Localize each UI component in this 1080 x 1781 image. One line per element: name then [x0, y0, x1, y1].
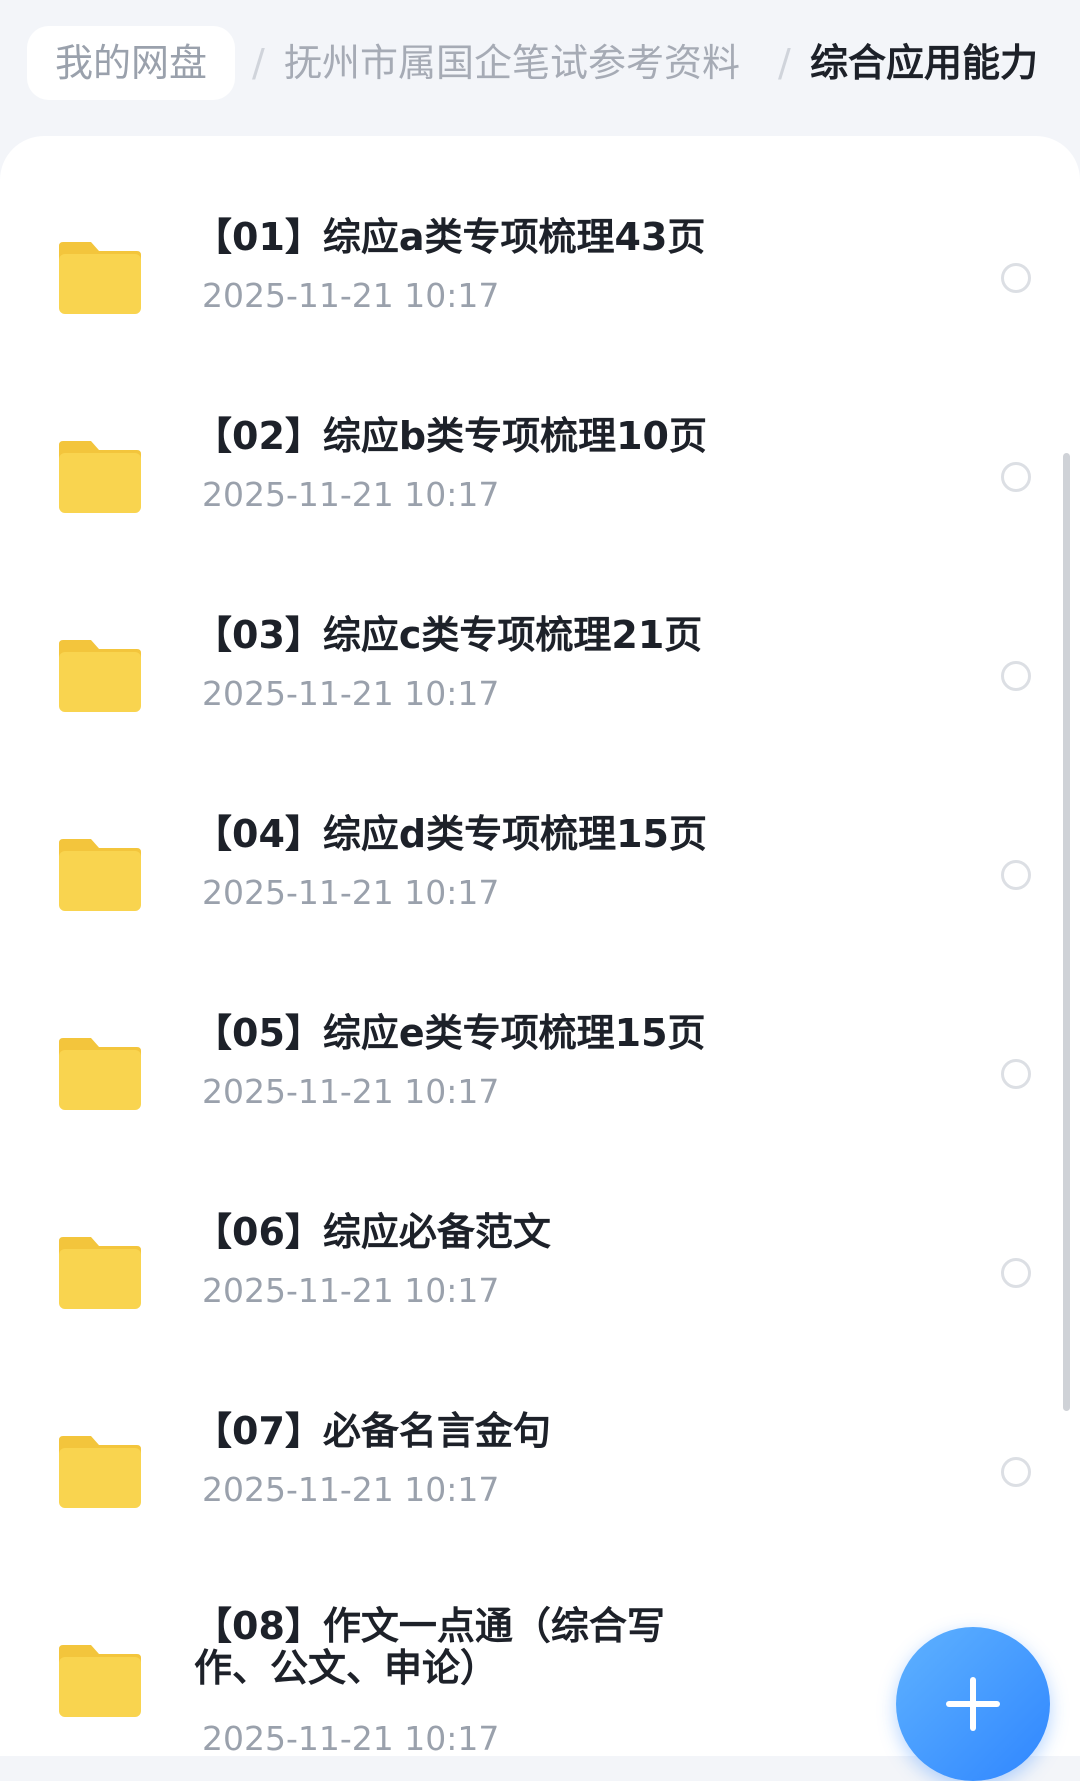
breadcrumb-root-link[interactable]: 我的网盘: [27, 26, 236, 100]
file-date: 2025-11-21 10:17: [202, 674, 500, 713]
select-radio[interactable]: [1001, 1059, 1031, 1089]
file-date: 2025-11-21 10:17: [202, 276, 500, 315]
folder-icon: [57, 638, 143, 714]
file-name: 【01】综应a类专项梳理43页: [194, 215, 706, 259]
folder-icon: [57, 1434, 143, 1510]
file-row[interactable]: 【02】综应b类专项梳理10页 2025-11-21 10:17: [0, 399, 1080, 598]
select-radio[interactable]: [1001, 462, 1031, 492]
breadcrumb: 我的网盘 / 抚州市属国企笔试参考资料 / 综合应用能力: [0, 0, 1080, 136]
file-date: 2025-11-21 10:17: [202, 1719, 500, 1756]
file-row[interactable]: 【05】综应e类专项梳理15页 2025-11-21 10:17: [0, 996, 1080, 1195]
file-row[interactable]: 【03】综应c类专项梳理21页 2025-11-21 10:17: [0, 598, 1080, 797]
file-name: 【06】综应必备范文: [194, 1210, 551, 1254]
file-list: 【01】综应a类专项梳理43页 2025-11-21 10:17 【02】综应b…: [0, 136, 1080, 1756]
file-name: 【04】综应d类专项梳理15页: [194, 812, 707, 856]
folder-icon: [57, 1036, 143, 1112]
file-name: 【02】综应b类专项梳理10页: [194, 414, 707, 458]
select-radio[interactable]: [1001, 661, 1031, 691]
file-date: 2025-11-21 10:17: [202, 475, 500, 514]
add-button[interactable]: [896, 1627, 1050, 1781]
folder-icon: [57, 439, 143, 515]
select-radio[interactable]: [1001, 860, 1031, 890]
folder-icon: [57, 1643, 143, 1719]
file-name: 【05】综应e类专项梳理15页: [194, 1011, 706, 1055]
file-row[interactable]: 【06】综应必备范文 2025-11-21 10:17: [0, 1195, 1080, 1394]
file-name: 【08】作文一点通（综合写作、公文、申论）: [194, 1604, 665, 1690]
breadcrumb-current: 综合应用能力: [810, 41, 1039, 85]
select-radio[interactable]: [1001, 1457, 1031, 1487]
select-radio[interactable]: [1001, 1258, 1031, 1288]
file-row[interactable]: 【01】综应a类专项梳理43页 2025-11-21 10:17: [0, 200, 1080, 399]
folder-icon: [57, 240, 143, 316]
file-date: 2025-11-21 10:17: [202, 873, 500, 912]
plus-icon: [946, 1677, 1000, 1731]
file-date: 2025-11-21 10:17: [202, 1072, 500, 1111]
folder-icon: [57, 1235, 143, 1311]
file-name: 【03】综应c类专项梳理21页: [194, 613, 703, 657]
scrollbar[interactable]: [1063, 453, 1070, 1411]
file-date: 2025-11-21 10:17: [202, 1470, 500, 1509]
file-row[interactable]: 【07】必备名言金句 2025-11-21 10:17: [0, 1394, 1080, 1593]
file-row[interactable]: 【04】综应d类专项梳理15页 2025-11-21 10:17: [0, 797, 1080, 996]
breadcrumb-parent-link[interactable]: 抚州市属国企笔试参考资料: [284, 36, 740, 90]
file-date: 2025-11-21 10:17: [202, 1271, 500, 1310]
breadcrumb-separator: /: [252, 41, 265, 85]
folder-icon: [57, 837, 143, 913]
select-radio[interactable]: [1001, 263, 1031, 293]
breadcrumb-separator: /: [778, 41, 791, 85]
file-name: 【07】必备名言金句: [194, 1409, 551, 1453]
